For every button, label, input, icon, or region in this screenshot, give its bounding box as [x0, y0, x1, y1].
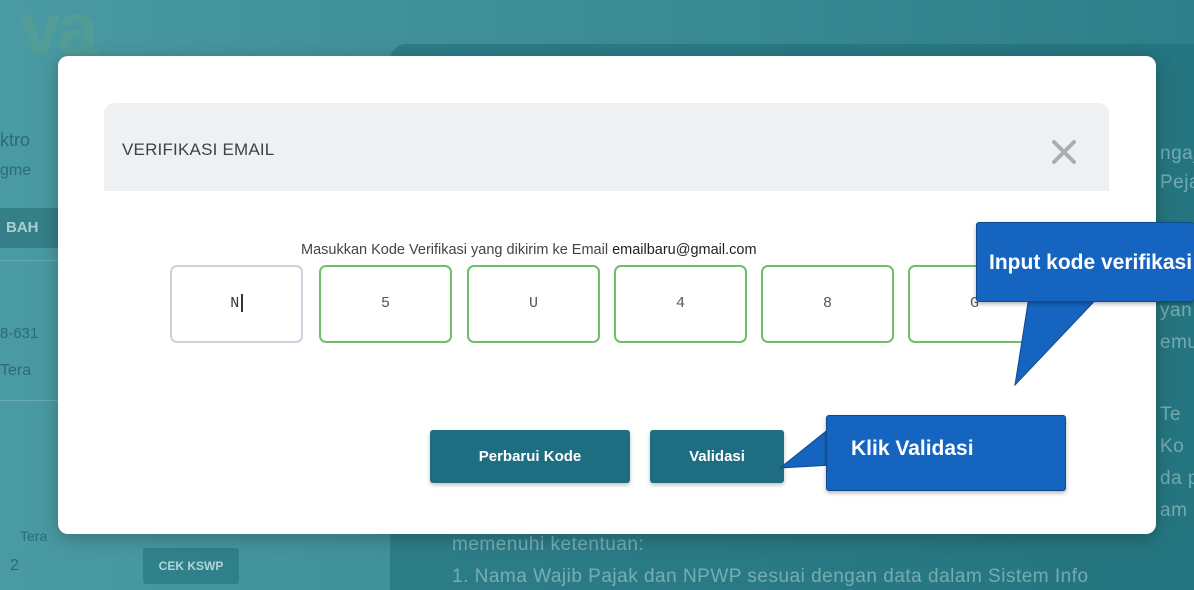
code-input-3[interactable]: U	[467, 265, 600, 343]
instruction-email: emailbaru@gmail.com	[612, 242, 757, 258]
bg-fragment: Te	[1160, 404, 1182, 425]
bg-fragment: Tera	[0, 362, 32, 379]
text-caret	[241, 294, 243, 313]
modal-header: VERIFIKASI EMAIL	[104, 103, 1109, 191]
modal-title: VERIFIKASI EMAIL	[122, 140, 275, 159]
callout-input-code: Input kode verifikasi	[976, 222, 1194, 302]
bg-fragment: Ko	[1160, 436, 1185, 457]
bg-fragment: 2	[10, 557, 19, 574]
bg-add-button: BAH	[0, 208, 62, 248]
bg-fragment: da p	[1160, 468, 1194, 489]
bg-fragment: yan	[1160, 300, 1193, 321]
code-digit: N	[230, 295, 240, 312]
code-input-1[interactable]: N	[170, 265, 303, 343]
bg-fragment: Peja	[1160, 172, 1194, 193]
code-input-4[interactable]: 4	[614, 265, 747, 343]
background-logo: va	[20, 0, 98, 58]
bg-fragment: memenuhi ketentuan:	[452, 534, 645, 555]
bg-fragment: 1. Nama Wajib Pajak dan NPWP sesuai deng…	[452, 566, 1089, 587]
verification-instruction: Masukkan Kode Verifikasi yang dikirim ke…	[301, 242, 931, 258]
bg-cek-kswp-button: CEK KSWP	[143, 548, 239, 584]
instruction-text: Masukkan Kode Verifikasi yang dikirim ke…	[301, 242, 613, 258]
close-button[interactable]	[1049, 137, 1079, 167]
bg-fragment: am	[1160, 500, 1188, 521]
bg-fragment: Tera	[20, 528, 48, 544]
validate-button[interactable]: Validasi	[650, 430, 784, 483]
bg-fragment: ngaj	[1160, 143, 1194, 164]
refresh-code-button[interactable]: Perbarui Kode	[430, 430, 630, 483]
close-icon	[1052, 140, 1076, 164]
bg-fragment: 8-631	[0, 325, 39, 342]
code-input-2[interactable]: 5	[319, 265, 452, 343]
code-input-5[interactable]: 8	[761, 265, 894, 343]
bg-fragment: gme	[0, 162, 32, 179]
bg-fragment: ktro	[0, 130, 31, 150]
callout-input-tail	[1014, 290, 1106, 387]
bg-fragment: emu	[1160, 332, 1194, 353]
callout-click-validate: Klik Validasi	[826, 415, 1066, 491]
